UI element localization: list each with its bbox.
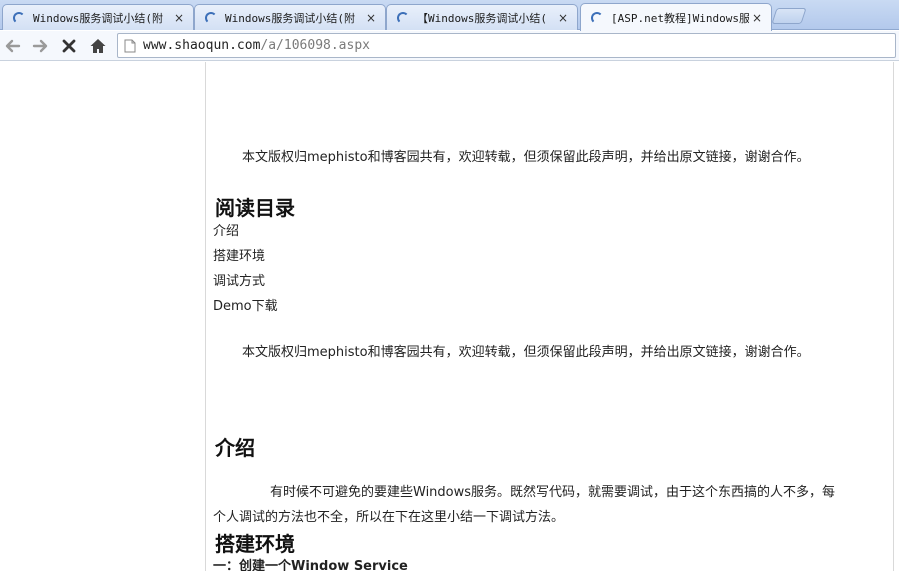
toc-link[interactable]: Demo下载 bbox=[213, 299, 278, 314]
tab-title: Windows服务调试小结(附 bbox=[33, 11, 163, 25]
content-left-border bbox=[205, 62, 206, 571]
back-button[interactable] bbox=[2, 35, 24, 57]
home-icon bbox=[90, 39, 106, 53]
step-heading: 一：创建一个Window Service bbox=[213, 559, 408, 571]
home-button[interactable] bbox=[87, 35, 109, 57]
toc-item-debug[interactable]: 调试方式 bbox=[213, 270, 265, 289]
stop-x-icon bbox=[62, 39, 76, 53]
toc-item-setup[interactable]: 搭建环境 bbox=[213, 245, 265, 264]
tab-2[interactable]: Windows服务调试小结(附 × bbox=[194, 4, 386, 30]
content-right-border bbox=[893, 62, 894, 571]
toc-link[interactable]: 调试方式 bbox=[213, 274, 265, 289]
close-tab-icon[interactable]: × bbox=[749, 11, 765, 25]
close-tab-icon[interactable]: × bbox=[171, 11, 187, 25]
browser-toolbar: www.shaoqun.com/a/106098.aspx bbox=[0, 31, 899, 61]
forward-button[interactable] bbox=[29, 35, 51, 57]
toc-item-intro[interactable]: 介绍 bbox=[213, 220, 239, 239]
tab-4-active[interactable]: [ASP.net教程]Windows服务 × bbox=[580, 3, 772, 31]
copyright-notice: 本文版权归mephisto和博客园共有，欢迎转载，但须保留此段声明，并给出原文链… bbox=[242, 345, 810, 360]
forward-arrow-icon bbox=[32, 39, 48, 53]
toc-item-demo[interactable]: Demo下载 bbox=[213, 295, 278, 314]
loading-spinner-icon bbox=[205, 11, 217, 24]
new-tab-button[interactable] bbox=[771, 8, 807, 24]
setup-heading: 搭建环境 bbox=[215, 532, 295, 556]
copyright-notice: 本文版权归mephisto和博客园共有，欢迎转载，但须保留此段声明，并给出原文链… bbox=[242, 150, 810, 165]
intro-paragraph-line1: 有时候不可避免的要建些Windows服务。既然写代码，就需要调试，由于这个东西搞… bbox=[270, 485, 836, 500]
tab-title: Windows服务调试小结(附 bbox=[225, 11, 355, 25]
toc-heading: 阅读目录 bbox=[215, 196, 295, 220]
intro-heading: 介绍 bbox=[215, 436, 255, 460]
url-text: www.shaoqun.com/a/106098.aspx bbox=[143, 38, 370, 53]
stop-button[interactable] bbox=[58, 35, 80, 57]
close-tab-icon[interactable]: × bbox=[555, 11, 571, 25]
tab-3[interactable]: 【Windows服务调试小结( × bbox=[386, 4, 578, 30]
toc-link[interactable]: 搭建环境 bbox=[213, 249, 265, 264]
loading-spinner-icon bbox=[397, 11, 409, 24]
loading-spinner-icon bbox=[13, 11, 25, 24]
tab-title: 【Windows服务调试小结( bbox=[417, 11, 547, 25]
url-host: www.shaoqun.com bbox=[143, 38, 261, 53]
intro-paragraph-line2: 个人调试的方法也不全，所以在下在这里小结一下调试方法。 bbox=[213, 510, 565, 525]
page-icon bbox=[124, 39, 136, 53]
url-path: /a/106098.aspx bbox=[260, 38, 370, 53]
tab-title: [ASP.net教程]Windows服务 bbox=[611, 11, 749, 25]
tab-strip: Windows服务调试小结(附 × Windows服务调试小结(附 × 【Win… bbox=[0, 0, 899, 31]
address-bar[interactable]: www.shaoqun.com/a/106098.aspx bbox=[117, 33, 896, 58]
page-content: 本文版权归mephisto和博客园共有，欢迎转载，但须保留此段声明，并给出原文链… bbox=[0, 62, 899, 571]
tab-1[interactable]: Windows服务调试小结(附 × bbox=[2, 4, 194, 30]
loading-spinner-icon bbox=[591, 11, 603, 24]
close-tab-icon[interactable]: × bbox=[363, 11, 379, 25]
toc-link[interactable]: 介绍 bbox=[213, 224, 239, 239]
back-arrow-icon bbox=[5, 39, 21, 53]
